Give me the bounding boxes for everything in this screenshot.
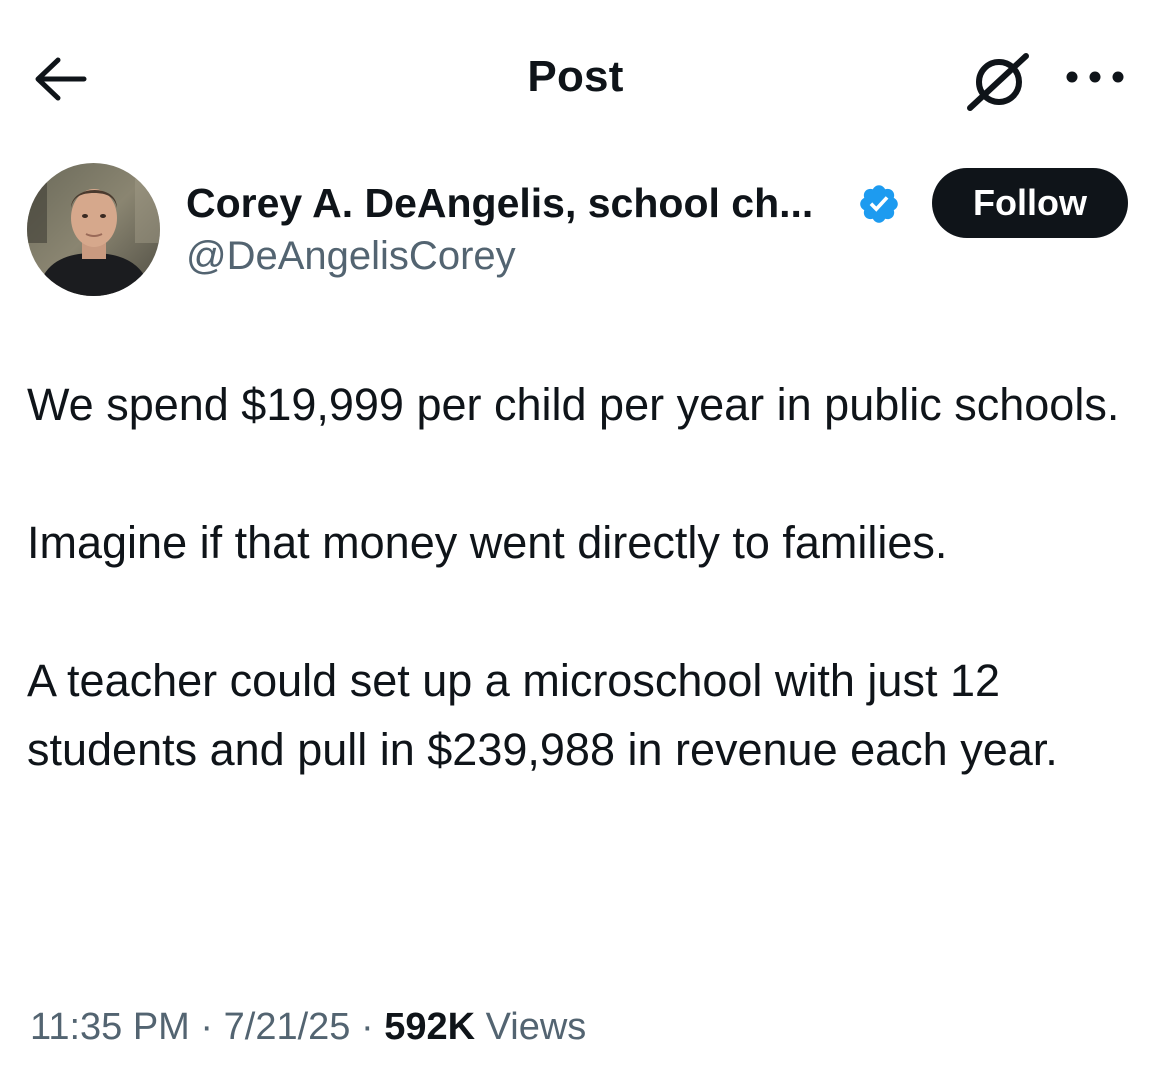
tweet-meta: 11:35 PM · 7/21/25 · 592K Views: [30, 1006, 586, 1049]
tweet-text: We spend $19,999 per child per year in p…: [27, 370, 1142, 784]
verified-badge-icon: [857, 182, 901, 226]
grok-icon: [967, 53, 1029, 111]
tweet-paragraph: We spend $19,999 per child per year in p…: [27, 379, 1120, 430]
tweet-date[interactable]: 7/21/25: [224, 1006, 351, 1048]
tweet-time[interactable]: 11:35 PM: [30, 1006, 190, 1048]
meta-separator: ·: [360, 1006, 374, 1048]
more-horizontal-icon: [1066, 71, 1124, 83]
meta-separator: ·: [200, 1006, 214, 1048]
tweet-paragraph: A teacher could set up a microschool wit…: [27, 655, 1058, 775]
tweet-paragraph: Imagine if that money went directly to f…: [27, 517, 948, 568]
post-screen: Post Corey A. DeAngelis, school ch... @D…: [0, 0, 1151, 1077]
views-count[interactable]: 592K: [384, 1006, 475, 1048]
header: Post: [0, 0, 1151, 150]
avatar-photo: [27, 163, 160, 296]
display-name[interactable]: Corey A. DeAngelis, school ch...: [186, 180, 813, 227]
grok-button[interactable]: [962, 48, 1032, 116]
user-handle[interactable]: @DeAngelisCorey: [186, 234, 516, 279]
views-label: Views: [485, 1006, 587, 1048]
follow-button[interactable]: Follow: [932, 168, 1128, 238]
more-options-button[interactable]: [1060, 60, 1130, 94]
avatar[interactable]: [27, 163, 160, 296]
